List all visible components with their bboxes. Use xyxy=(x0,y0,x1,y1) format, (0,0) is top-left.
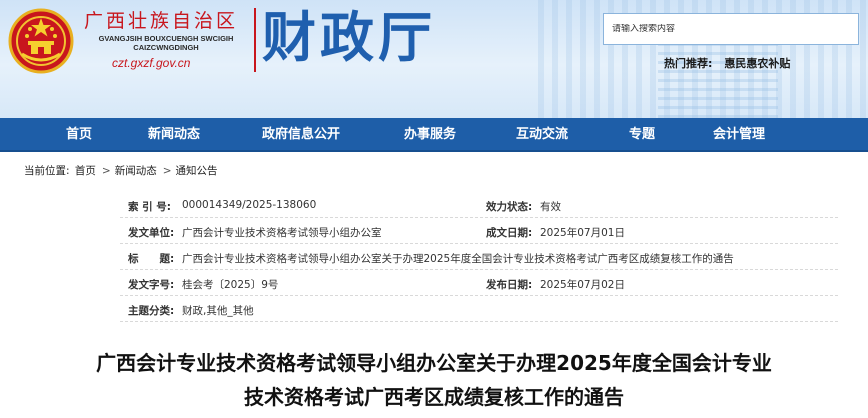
meta-key: 主题分类: xyxy=(128,305,175,317)
meta-key: 发布日期: xyxy=(486,279,533,291)
meta-row-index: 索 引 号: 000014349/2025-138060 效力状态: 有效 xyxy=(120,192,838,218)
site-url[interactable]: czt.gxzf.gov.cn xyxy=(112,56,190,70)
meta-row-title: 标 题: 广西会计专业技术资格考试领导小组办公室关于办理2025年度全国会计专业… xyxy=(120,244,838,270)
national-emblem-logo[interactable] xyxy=(8,8,74,74)
article-title-line: 技术资格考试广西考区成绩复核工作的通告 xyxy=(244,385,624,409)
meta-value: 有效 xyxy=(540,201,561,213)
breadcrumb-item-home[interactable]: 首页 xyxy=(75,165,96,177)
meta-value: 000014349/2025-138060 xyxy=(182,199,317,211)
meta-key: 索 引 号: xyxy=(128,201,172,213)
breadcrumb-separator: > xyxy=(101,165,111,177)
article-title: 广西会计专业技术资格考试领导小组办公室关于办理2025年度全国会计专业 技术资格… xyxy=(0,346,868,414)
nav-item-interaction[interactable]: 互动交流 xyxy=(516,118,568,152)
breadcrumb-item-news[interactable]: 新闻动态 xyxy=(115,165,157,177)
meta-value: 广西会计专业技术资格考试领导小组办公室关于办理2025年度全国会计专业技术资格考… xyxy=(182,253,734,265)
breadcrumb-item-notices[interactable]: 通知公告 xyxy=(176,165,218,177)
nav-item-news[interactable]: 新闻动态 xyxy=(148,118,200,152)
hot-recommend-link[interactable]: 惠民惠农补贴 xyxy=(724,57,790,70)
nav-item-services[interactable]: 办事服务 xyxy=(404,118,456,152)
region-pinyin-line: CAIZCWNGDINGH xyxy=(133,43,199,52)
hot-recommend-label: 热门推荐: xyxy=(664,57,713,70)
breadcrumb-label: 当前位置: xyxy=(24,165,70,177)
meta-key: 标 题: xyxy=(128,253,175,265)
region-pinyin-line: GVANGJSIH BOUXCUENGH SWCIGIH xyxy=(98,34,234,43)
nav-item-gov-info[interactable]: 政府信息公开 xyxy=(262,118,340,152)
meta-key: 发文字号: xyxy=(128,279,175,291)
meta-key: 发文单位: xyxy=(128,227,175,239)
region-name: 广西壮族自治区 xyxy=(84,10,239,32)
nav-item-home[interactable]: 首页 xyxy=(66,118,92,152)
meta-row-issuer: 发文单位: 广西会计专业技术资格考试领导小组办公室 成文日期: 2025年07月… xyxy=(120,218,838,244)
search-input[interactable] xyxy=(612,24,858,34)
nav-item-topics[interactable]: 专题 xyxy=(629,118,655,152)
meta-key: 效力状态: xyxy=(486,201,533,213)
region-pinyin: GVANGJSIH BOUXCUENGH SWCIGIH CAIZCWNGDIN… xyxy=(86,34,246,52)
header-divider xyxy=(254,8,256,72)
breadcrumb: 当前位置: 首页 > 新闻动态 > 通知公告 xyxy=(24,163,220,178)
document-meta-table: 索 引 号: 000014349/2025-138060 效力状态: 有效 发文… xyxy=(120,192,838,322)
meta-value: 2025年07月01日 xyxy=(540,227,625,239)
nav-item-accounting[interactable]: 会计管理 xyxy=(713,118,765,152)
meta-value: 广西会计专业技术资格考试领导小组办公室 xyxy=(182,227,382,239)
meta-value: 财政,其他_其他 xyxy=(182,305,254,317)
meta-value: 桂会考〔2025〕9号 xyxy=(182,279,279,291)
breadcrumb-separator: > xyxy=(162,165,172,177)
meta-value: 2025年07月02日 xyxy=(540,279,625,291)
site-header: 广西壮族自治区 GVANGJSIH BOUXCUENGH SWCIGIH CAI… xyxy=(0,0,868,118)
article-title-line: 广西会计专业技术资格考试领导小组办公室关于办理2025年度全国会计专业 xyxy=(96,351,772,375)
meta-key: 成文日期: xyxy=(486,227,533,239)
hot-recommend: 热门推荐: 惠民惠农补贴 xyxy=(664,55,790,71)
search-box[interactable] xyxy=(603,13,859,45)
main-nav: 首页 新闻动态 政府信息公开 办事服务 互动交流 专题 会计管理 xyxy=(0,118,868,152)
department-title[interactable]: 财政厅 xyxy=(262,0,436,74)
meta-row-doc-number: 发文字号: 桂会考〔2025〕9号 发布日期: 2025年07月02日 xyxy=(120,270,838,296)
meta-row-category: 主题分类: 财政,其他_其他 xyxy=(120,296,838,322)
